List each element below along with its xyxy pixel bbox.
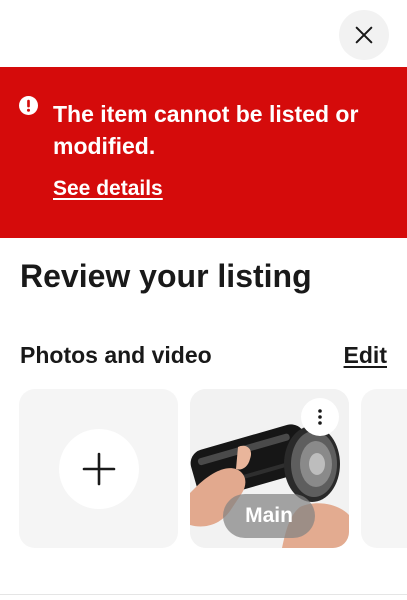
photo-carousel[interactable]: Main	[0, 389, 407, 549]
error-alert-banner: The item cannot be listed or modified. S…	[0, 67, 407, 238]
next-photo-tile[interactable]	[361, 389, 407, 548]
main-photo-badge: Main	[223, 494, 315, 538]
close-icon	[355, 26, 373, 44]
section-divider	[0, 594, 407, 595]
photos-section-title: Photos and video	[20, 342, 212, 368]
plus-icon	[82, 452, 116, 486]
close-button[interactable]	[339, 10, 389, 60]
main-photo-tile[interactable]: Main	[190, 389, 349, 548]
add-photo-button[interactable]	[59, 429, 139, 509]
page-title: Review your listing	[20, 258, 312, 294]
add-photo-tile[interactable]	[19, 389, 178, 548]
see-details-link[interactable]: See details	[53, 175, 163, 203]
review-listing-screen: The item cannot be listed or modified. S…	[0, 0, 407, 600]
photo-options-button[interactable]	[301, 398, 339, 436]
exclamation-icon	[19, 96, 38, 115]
edit-photos-link[interactable]: Edit	[344, 339, 387, 371]
alert-message: The item cannot be listed or modified.	[53, 101, 359, 159]
more-vertical-icon	[318, 409, 322, 425]
